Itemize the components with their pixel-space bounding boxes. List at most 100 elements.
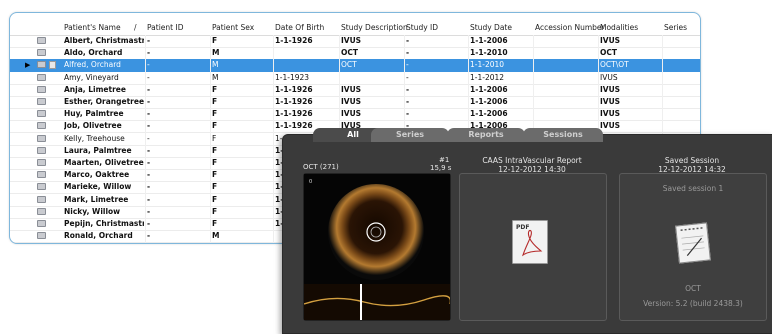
- series-frame-number: #1: [439, 156, 450, 164]
- col-header-study-date[interactable]: Study Date: [470, 23, 512, 32]
- cell-patient-sex: F: [212, 158, 218, 167]
- col-header-patient-sex[interactable]: Patient Sex: [212, 23, 254, 32]
- study-icon: [37, 171, 46, 179]
- cell-patient-id: -: [147, 219, 151, 228]
- study-icon: [37, 232, 46, 240]
- col-header-patient-name[interactable]: Patient's Name: [64, 23, 121, 32]
- cell-patient-sex: F: [212, 97, 218, 106]
- table-row[interactable]: ▶ Alfred, Orchard - M OCT - 1-1-2010 OCT\OT: [10, 59, 700, 73]
- cell-patient-id: -: [147, 60, 150, 70]
- session-thumbnail[interactable]: Saved session 1 OCT Version: 5.2 (build …: [619, 173, 767, 321]
- cell-date-of-birth: 1-1-1926: [275, 109, 313, 119]
- cell-patient-id: -: [147, 121, 151, 131]
- cell-study-description: IVUS: [341, 84, 362, 94]
- cell-modalities: IVUS: [600, 36, 621, 45]
- cell-patient-sex: F: [212, 145, 218, 155]
- col-header-accession-number[interactable]: Accession Number: [535, 23, 605, 32]
- table-row[interactable]: Amy, Vineyard - M 1-1-1923 - 1-1-2012 IVUS: [10, 72, 700, 85]
- sort-indicator: /: [134, 23, 137, 32]
- cell-patient-id: -: [147, 206, 151, 216]
- cell-patient-id: -: [147, 231, 151, 241]
- column-divider: [273, 35, 274, 243]
- cell-patient-sex: F: [212, 206, 218, 216]
- report-thumbnail[interactable]: PDF: [459, 173, 607, 321]
- study-icon: [37, 49, 46, 57]
- cell-study-description: OCT: [341, 60, 357, 70]
- cell-patient-name: Marco, Oaktree: [64, 170, 130, 180]
- cell-patient-sex: M: [212, 48, 220, 58]
- cell-study-date: 1-1-2006: [470, 97, 508, 106]
- cell-modalities: OCT\OT: [600, 60, 629, 70]
- svg-text:0: 0: [309, 179, 312, 185]
- cell-patient-sex: M: [212, 231, 220, 241]
- cell-study-description: OCT: [341, 48, 358, 58]
- col-header-modalities[interactable]: Modalities: [600, 23, 638, 32]
- cell-modalities: IVUS: [600, 84, 621, 94]
- tab-sessions[interactable]: Sessions: [523, 128, 603, 142]
- cell-patient-name: Huy, Palmtree: [64, 109, 124, 119]
- study-icon: [37, 37, 46, 44]
- session-name: Saved session 1: [662, 184, 724, 193]
- cell-patient-name: Laura, Palmtree: [64, 145, 132, 155]
- cell-modalities: IVUS: [600, 72, 618, 82]
- col-header-study-description[interactable]: Study Description: [341, 23, 408, 32]
- cell-patient-id: -: [147, 133, 150, 143]
- cell-patient-sex: F: [212, 219, 218, 228]
- cell-patient-id: -: [147, 97, 151, 106]
- cell-study-description: IVUS: [341, 109, 362, 119]
- tab-reports[interactable]: Reports: [447, 128, 525, 142]
- cell-patient-id: -: [147, 109, 151, 119]
- study-icon: [37, 159, 46, 166]
- cell-patient-id: -: [147, 72, 150, 82]
- study-icon: [37, 85, 46, 93]
- tab-series[interactable]: Series: [371, 128, 449, 142]
- acrobat-icon: [521, 229, 543, 257]
- session-version: Version: 5.2 (build 2438.3): [643, 299, 743, 308]
- column-divider: [145, 35, 146, 243]
- cell-patient-id: -: [147, 145, 151, 155]
- cell-patient-sex: F: [212, 170, 218, 180]
- cell-patient-name: Kelly, Treehouse: [64, 133, 125, 143]
- cell-patient-name: Aldo, Orchard: [64, 48, 123, 58]
- table-row[interactable]: Esther, Orangetree - F 1-1-1926 IVUS -1-1-200…: [10, 96, 700, 109]
- col-header-series[interactable]: Series: [664, 23, 687, 32]
- table-row[interactable]: Anja, Limetree - F 1-1-1926 IVUS - 1-1-2006 IVU…: [10, 84, 700, 97]
- cell-patient-id: -: [147, 194, 151, 204]
- report-title: CAAS IntraVascular Report: [482, 156, 582, 165]
- cell-patient-sex: F: [212, 121, 218, 131]
- col-header-study-id[interactable]: Study ID: [406, 23, 438, 32]
- cell-patient-id: -: [147, 36, 151, 45]
- cell-modalities: IVUS: [600, 109, 621, 119]
- cell-patient-name: Job, Olivetree: [64, 121, 122, 131]
- cell-study-date: 1-1-2010: [470, 60, 505, 70]
- table-row[interactable]: Huy, Palmtree - F 1-1-1926 IVUS - 1-1-2006 IVUS: [10, 108, 700, 122]
- cell-study-date: 1-1-2012: [470, 72, 505, 82]
- study-icon: [37, 61, 46, 69]
- cell-patient-id: -: [147, 170, 151, 180]
- cell-study-date: 1-1-2006: [470, 109, 508, 119]
- pdf-document-icon: PDF: [512, 220, 548, 264]
- session-modality: OCT: [685, 284, 701, 293]
- cell-patient-name: Pepijn, Christmastr...: [64, 219, 144, 228]
- cell-study-id: -: [406, 109, 410, 119]
- study-icon: [37, 183, 46, 191]
- cell-patient-name: Alfred, Orchard: [64, 60, 121, 70]
- cell-patient-id: -: [147, 84, 151, 94]
- report-icon: [49, 61, 56, 70]
- study-icon: [37, 73, 46, 81]
- cell-patient-name: Nicky, Willow: [64, 206, 121, 216]
- cell-patient-name: Ronald, Orchard: [64, 231, 133, 241]
- cell-modalities: IVUS: [600, 121, 621, 131]
- table-row[interactable]: Albert, Christmastree-F1-1-1926IVUS-1-1-…: [10, 35, 700, 48]
- cell-study-date: 1-1-2006: [470, 36, 508, 45]
- cell-study-description: IVUS: [341, 36, 362, 45]
- table-row[interactable]: Aldo, Orchard - M OCT - 1-1-2010 OCT: [10, 47, 700, 61]
- col-header-patient-id[interactable]: Patient ID: [147, 23, 184, 32]
- cell-patient-name: Esther, Orangetree: [64, 97, 144, 106]
- cell-date-of-birth: 1-1-1926: [275, 97, 313, 106]
- cell-study-id: -: [406, 97, 410, 106]
- col-header-date-of-birth[interactable]: Date Of Birth: [275, 23, 324, 32]
- cell-patient-sex: F: [212, 182, 218, 192]
- cell-patient-sex: F: [212, 133, 217, 143]
- series-thumbnail[interactable]: 0: [303, 173, 452, 321]
